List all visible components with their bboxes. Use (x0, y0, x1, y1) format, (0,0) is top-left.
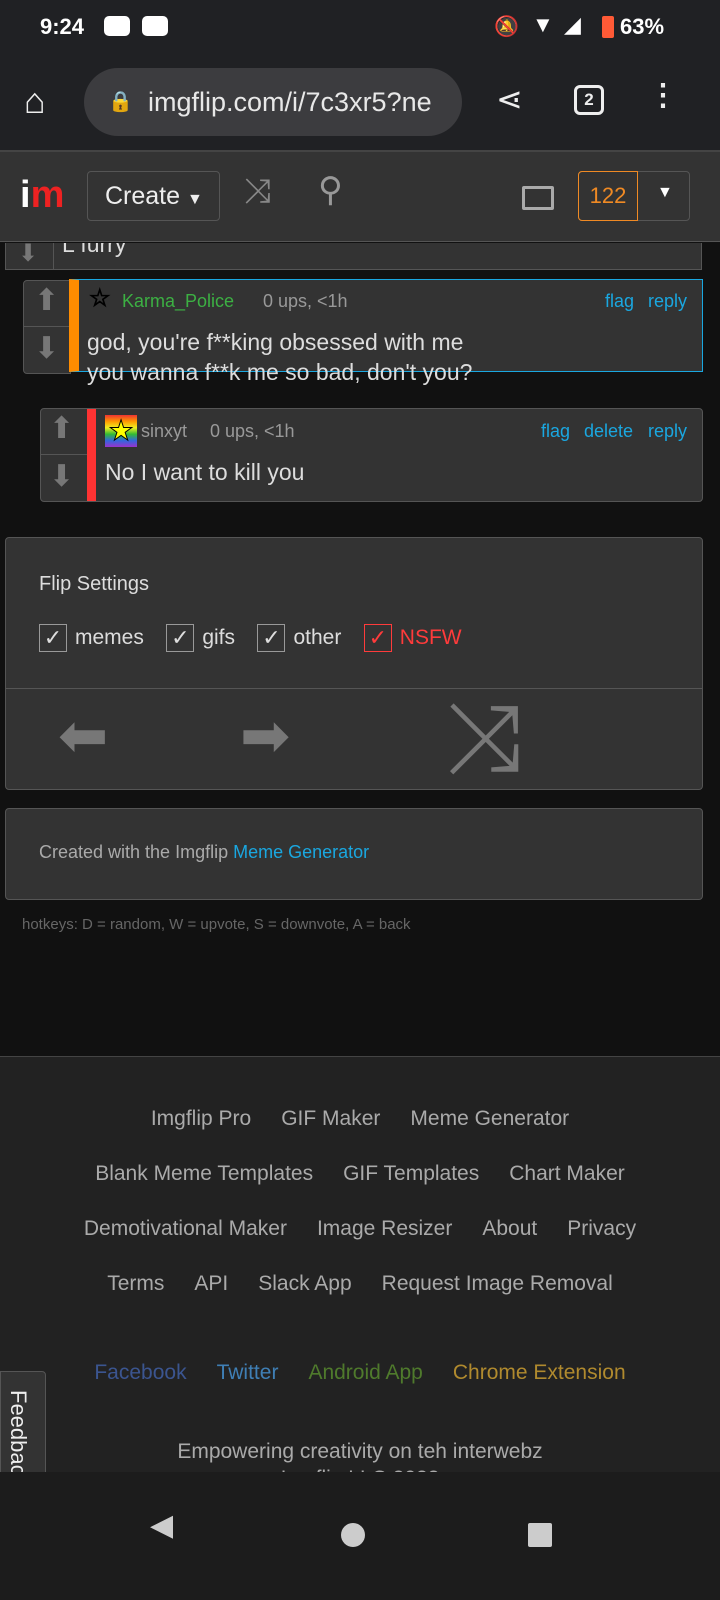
footer-link[interactable]: Demotivational Maker (84, 1217, 287, 1240)
footer-link[interactable]: Image Resizer (317, 1217, 452, 1240)
comment-line: you wanna f**k me so bad, don't you? (87, 359, 473, 385)
create-button[interactable]: Create ▼ (87, 171, 220, 221)
nsfw-checkbox[interactable]: ✓ NSFW (363, 624, 480, 652)
gifs-checkbox[interactable]: ✓ gifs (166, 624, 253, 652)
youtube-icon (142, 16, 168, 36)
other-checkbox[interactable]: ✓ other (257, 624, 359, 652)
points-badge[interactable]: 122 (578, 171, 638, 221)
check-icon: ✓ (166, 624, 195, 652)
comment: ☆ Karma_Police 0 ups, <1h flag reply god… (69, 279, 703, 385)
mail-icon[interactable] (522, 186, 554, 210)
created-with-box: Created with the Imgflip Meme Generator (5, 808, 703, 900)
twitter-link[interactable]: Twitter (217, 1361, 279, 1384)
status-bar: 9:24 🔕 ▼ ◢ 63% (0, 0, 720, 58)
url-text: imgflip.com/i/7c3xr5?ne (148, 87, 432, 117)
upvote-icon[interactable]: ⬆ (34, 283, 59, 318)
mute-icon: 🔕 (494, 16, 519, 38)
imgflip-logo[interactable]: im (20, 174, 64, 217)
flag-link[interactable]: flag (541, 421, 570, 442)
comment-meta: 0 ups, <1h (263, 291, 348, 311)
signal-icon: ◢ (564, 12, 581, 37)
share-icon[interactable]: ⋖ (496, 80, 523, 118)
comment-partial: ⬇ L furry (5, 243, 702, 270)
battery-level: 63% (620, 14, 665, 39)
comment: ⬆ ⬇ ★ sinxyt 0 ups, <1h flag delete repl… (40, 408, 703, 502)
menu-icon[interactable]: ⋮ (648, 78, 678, 113)
downvote-icon[interactable]: ⬇ (49, 459, 74, 494)
user-menu[interactable]: 122 ▼ (578, 171, 690, 221)
reply-link[interactable]: reply (648, 291, 687, 312)
footer-link[interactable]: Chart Maker (509, 1162, 625, 1185)
check-icon: ✓ (257, 624, 286, 652)
check-icon: ✓ (39, 624, 67, 652)
created-text: Created with the Imgflip (39, 842, 234, 862)
lock-icon: 🔒 (108, 91, 133, 113)
check-icon: ✓ (363, 624, 392, 652)
rainbow-star-avatar: ★ (105, 415, 137, 447)
tabs-button[interactable]: 2 (574, 85, 604, 115)
shuffle-icon[interactable]: ⤨ (244, 172, 271, 211)
battery-icon (602, 16, 614, 38)
reply-link[interactable]: reply (648, 421, 687, 442)
footer-link[interactable]: API (194, 1272, 228, 1295)
home-icon[interactable] (341, 1523, 365, 1547)
downvote-icon[interactable]: ⬇ (18, 243, 38, 268)
comment-text: L furry (62, 243, 127, 257)
feedback-tab[interactable]: Feedback (0, 1371, 46, 1481)
comment-username[interactable]: Karma_Police (122, 291, 234, 312)
tagline: Empowering creativity on teh interwebz (177, 1440, 543, 1463)
facebook-link[interactable]: Facebook (94, 1361, 186, 1384)
search-icon[interactable]: ⚲ (318, 170, 343, 210)
recents-icon[interactable] (528, 1523, 552, 1547)
feedback-label: Feedback (6, 1390, 31, 1481)
footer-link[interactable]: About (482, 1217, 537, 1240)
option-label: gifs (202, 626, 235, 649)
flag-link[interactable]: flag (605, 291, 634, 312)
footer-link[interactable]: Request Image Removal (382, 1272, 613, 1295)
downvote-icon[interactable]: ⬇ (34, 331, 59, 366)
comment-username[interactable]: sinxyt (141, 421, 187, 442)
back-arrow-icon[interactable]: ⬅ (58, 701, 108, 771)
comment-line: No I want to kill you (105, 459, 305, 485)
back-icon[interactable]: ◀ (150, 1508, 173, 1543)
meme-generator-link[interactable]: Meme Generator (233, 842, 369, 862)
footer-link[interactable]: Imgflip Pro (151, 1107, 251, 1130)
android-nav-bar: ◀ (0, 1472, 720, 1600)
wifi-icon: ▼ (532, 12, 554, 37)
flip-settings-title: Flip Settings (39, 573, 150, 595)
forward-arrow-icon[interactable]: ➡ (240, 701, 290, 771)
footer-link[interactable]: Blank Meme Templates (95, 1162, 313, 1185)
home-icon[interactable]: ⌂ (24, 80, 46, 122)
option-label: NSFW (399, 626, 462, 649)
android-app-link[interactable]: Android App (308, 1361, 422, 1384)
random-shuffle-icon[interactable]: ⤨ (446, 688, 523, 788)
option-label: other (293, 626, 342, 649)
option-label: memes (75, 626, 144, 649)
footer: Imgflip Pro GIF Maker Meme Generator Blank… (0, 1056, 720, 1490)
create-label: Create (105, 182, 181, 210)
caret-down-icon[interactable]: ▼ (657, 184, 673, 202)
memes-checkbox[interactable]: ✓ memes (39, 624, 162, 652)
clock: 9:24 (40, 14, 85, 39)
footer-link[interactable]: GIF Templates (343, 1162, 479, 1185)
caret-down-icon: ▼ (187, 191, 203, 208)
upvote-icon[interactable]: ⬆ (49, 411, 74, 446)
star-badge-icon: ☆ (89, 285, 111, 313)
comment-meta: 0 ups, <1h (210, 421, 295, 441)
address-bar[interactable]: 🔒 imgflip.com/i/7c3xr5?ne (84, 68, 462, 136)
vote-box: ⬆ ⬇ (23, 280, 72, 374)
footer-link[interactable]: GIF Maker (281, 1107, 380, 1130)
hotkeys-text: hotkeys: D = random, W = upvote, S = dow… (22, 916, 411, 933)
footer-link[interactable]: Privacy (567, 1217, 636, 1240)
footer-link[interactable]: Slack App (258, 1272, 351, 1295)
chrome-extension-link[interactable]: Chrome Extension (453, 1361, 626, 1384)
comment-line: god, you're f**king obsessed with me (87, 329, 464, 355)
delete-link[interactable]: delete (584, 421, 633, 442)
footer-link[interactable]: Meme Generator (410, 1107, 569, 1130)
site-header: im Create ▼ ⤨ ⚲ 122 ▼ (0, 150, 720, 242)
footer-link[interactable]: Terms (107, 1272, 164, 1295)
flip-settings-panel: Flip Settings ✓ memes ✓ gifs ✓ other ✓ NSFW … (5, 537, 703, 790)
youtube-icon (104, 16, 130, 36)
